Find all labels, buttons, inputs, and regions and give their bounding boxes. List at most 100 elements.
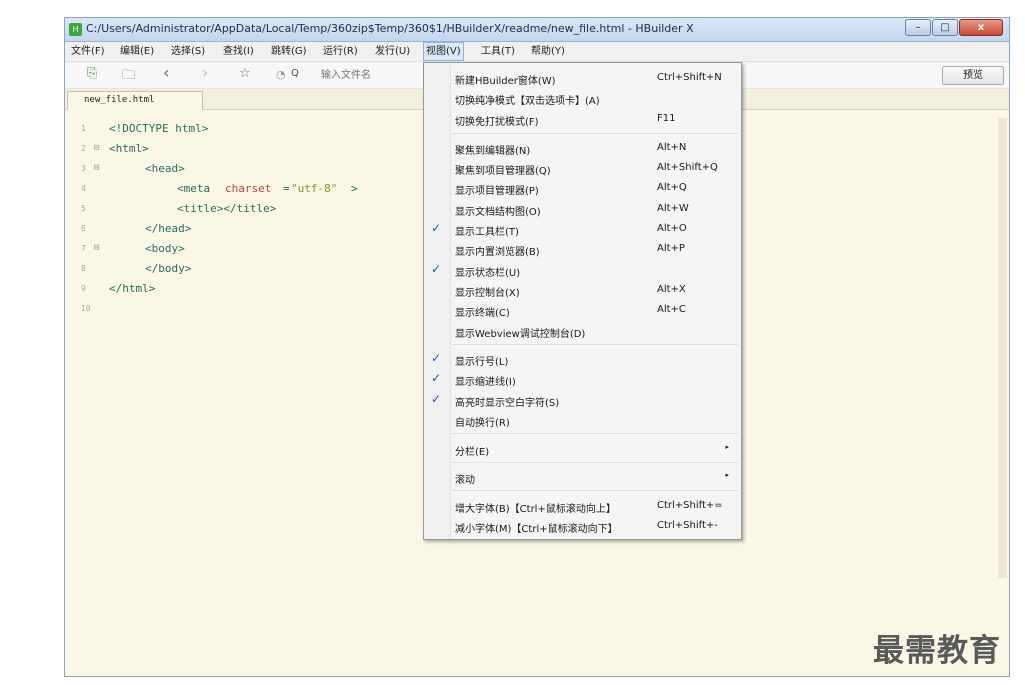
check-icon: ✓ [431,221,442,235]
menu-item-shortcut: Alt+Shift+Q [657,162,718,173]
menu-item-label: 高亮时显示空白字符(S) [455,398,560,409]
minimize-button[interactable]: – [905,19,931,36]
menu-bar: 文件(F) 编辑(E) 选择(S) 查找(I) 跳转(G) 运行(R) 发行(U… [65,42,1009,62]
menu-item-toggle-clean-mode[interactable]: 切换纯净模式【双击选项卡】(A) [424,88,741,108]
code-text: </body> [145,262,192,275]
tab-new-file[interactable]: new_file.html [67,91,203,110]
menu-item-label: 聚焦到项目管理器(Q) [455,166,551,177]
menu-item-show-webview-console[interactable]: 显示Webview调试控制台(D) [424,321,741,341]
window-title: C:/Users/Administrator/AppData/Local/Tem… [86,22,694,35]
menu-item-shortcut: F11 [657,113,676,124]
history-icon[interactable]: ◔ [276,68,286,81]
search-icon: Q [291,68,299,79]
menu-item-show-terminal[interactable]: 显示终端(C) Alt+C [424,300,741,320]
line-number: 3 [81,164,86,173]
menu-run[interactable]: 运行(R) [323,42,358,61]
menu-item-label: 显示项目管理器(P) [455,186,539,197]
line-number: 5 [81,204,86,213]
menu-find[interactable]: 查找(I) [223,42,254,61]
check-icon: ✓ [431,392,442,406]
menu-item-label: 显示Webview调试控制台(D) [455,329,586,340]
code-text: <title></title> [177,202,277,215]
menu-item-split-view[interactable]: 分栏(E) ▸ [424,439,741,459]
menu-item-shortcut: Ctrl+Shift+N [657,72,722,83]
menu-item-label: 切换纯净模式【双击选项卡】(A) [455,96,600,107]
menu-help[interactable]: 帮助(Y) [531,42,565,61]
code-text: <!DOCTYPE html> [109,122,209,135]
menu-item-shortcut: Alt+Q [657,182,687,193]
menu-item-focus-project-manager[interactable]: 聚焦到项目管理器(Q) Alt+Shift+Q [424,158,741,178]
menu-item-label: 减小字体(M)【Ctrl+鼠标滚动向下】 [455,524,618,535]
menu-item-label: 显示文档结构图(O) [455,207,541,218]
menu-item-focus-editor[interactable]: 聚焦到编辑器(N) Alt+N [424,138,741,158]
menu-item-toggle-dnd-mode[interactable]: 切换免打扰模式(F) F11 [424,109,741,129]
new-file-icon[interactable]: ⎘ [87,66,97,81]
close-button[interactable]: x [959,19,1003,36]
menu-item-show-toolbar[interactable]: ✓ 显示工具栏(T) Alt+O [424,219,741,239]
code-text: <meta [177,182,211,195]
menu-item-label: 显示终端(C) [455,308,510,319]
menu-goto[interactable]: 跳转(G) [271,42,307,61]
title-bar[interactable]: H C:/Users/Administrator/AppData/Local/T… [65,18,1009,42]
menu-item-show-browser[interactable]: 显示内置浏览器(B) Alt+P [424,239,741,259]
menu-file[interactable]: 文件(F) [71,42,105,61]
fold-collapse-icon[interactable]: ⊟ [94,243,99,253]
menu-edit[interactable]: 编辑(E) [120,42,154,61]
menu-item-scroll[interactable]: 滚动 ▸ [424,467,741,487]
menu-item-decrease-font[interactable]: 减小字体(M)【Ctrl+鼠标滚动向下】 Ctrl+Shift+- [424,516,741,536]
menu-item-show-project-manager[interactable]: 显示项目管理器(P) Alt+Q [424,178,741,198]
menu-item-show-whitespace[interactable]: ✓ 高亮时显示空白字符(S) [424,390,741,410]
menu-select[interactable]: 选择(S) [171,42,205,61]
menu-item-show-statusbar[interactable]: ✓ 显示状态栏(U) [424,260,741,280]
submenu-arrow-icon: ▸ [725,443,729,451]
menu-item-label: 切换免打扰模式(F) [455,117,539,128]
menu-item-shortcut: Alt+N [657,142,687,153]
menu-item-new-window[interactable]: 新建HBuilder窗体(W) Ctrl+Shift+N [424,68,741,88]
menu-item-shortcut: Alt+W [657,203,689,214]
code-attr: charset [225,182,272,195]
line-number: 1 [81,124,86,133]
code-text: <body> [145,242,185,255]
hbuilder-app-icon: H [69,23,82,36]
code-text: </head> [145,222,192,235]
code-text: </html> [109,282,156,295]
menu-item-shortcut: Alt+O [657,223,687,234]
line-number: 10 [81,304,91,313]
line-number: 7 [81,244,86,253]
fold-collapse-icon[interactable]: ⊟ [94,143,99,153]
menu-view[interactable]: 视图(V) [423,42,464,61]
menu-tools[interactable]: 工具(T) [481,42,515,61]
menu-item-show-console[interactable]: 显示控制台(X) Alt+X [424,280,741,300]
preview-button[interactable]: 预览 [942,66,1004,85]
menu-item-show-line-numbers[interactable]: ✓ 显示行号(L) [424,349,741,369]
check-icon: ✓ [431,371,442,385]
back-icon[interactable]: ‹ [163,63,169,82]
code-text: <head> [145,162,185,175]
menu-item-shortcut: Ctrl+Shift+= [657,500,723,511]
menu-item-label: 显示控制台(X) [455,288,520,299]
vertical-scrollbar[interactable] [998,118,1007,578]
menu-separator [452,433,738,434]
menu-item-label: 显示状态栏(U) [455,268,521,279]
line-number: 9 [81,284,86,293]
check-icon: ✓ [431,262,442,276]
star-icon[interactable]: ☆ [239,66,251,81]
menu-item-word-wrap[interactable]: 自动换行(R) [424,410,741,430]
fold-collapse-icon[interactable]: ⊟ [94,163,99,173]
menu-item-increase-font[interactable]: 增大字体(B)【Ctrl+鼠标滚动向上】 Ctrl+Shift+= [424,496,741,516]
check-icon: ✓ [431,351,442,365]
menu-separator [452,133,738,134]
line-number: 4 [81,184,86,193]
forward-icon[interactable]: › [202,63,208,82]
menu-item-label: 自动换行(R) [455,418,510,429]
line-number: 6 [81,224,86,233]
maximize-button[interactable]: □ [932,19,958,36]
menu-item-shortcut: Ctrl+Shift+- [657,520,718,531]
save-icon[interactable]: 🗀 [122,66,135,88]
submenu-arrow-icon: ▸ [725,471,729,479]
menu-item-shortcut: Alt+P [657,243,685,254]
menu-publish[interactable]: 发行(U) [375,42,410,61]
menu-item-show-indent-guides[interactable]: ✓ 显示缩进线(I) [424,369,741,389]
menu-item-show-outline[interactable]: 显示文档结构图(O) Alt+W [424,199,741,219]
code-text: > [351,182,358,195]
